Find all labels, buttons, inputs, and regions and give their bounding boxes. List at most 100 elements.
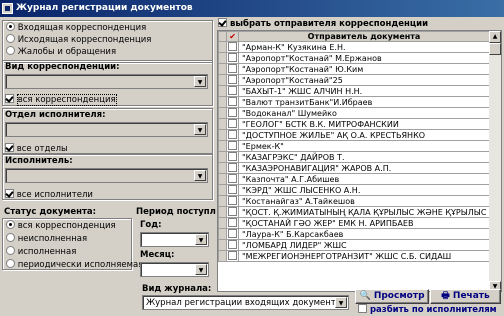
vertical-scrollbar[interactable]: ▲ ▼ [489, 31, 501, 291]
row-checkbox-cell[interactable] [226, 74, 239, 87]
row-checkbox[interactable] [228, 207, 238, 217]
row-checkbox-cell[interactable] [226, 129, 239, 142]
sender-column-header[interactable]: Отправитель документа [238, 31, 490, 43]
row-checkbox[interactable] [228, 251, 238, 261]
sender-row[interactable]: "ҚОСТ. Қ.ЖИМИАТЫНЫҢ ҚАЛА ҚҰРЫЛЫС ЖӘНЕ ҚҰ… [218, 206, 490, 219]
row-checkbox[interactable] [228, 185, 238, 195]
row-checkbox-cell[interactable] [226, 41, 239, 54]
scroll-up-icon[interactable]: ▲ [489, 31, 501, 43]
row-checkbox[interactable] [228, 64, 238, 74]
executor-select[interactable]: ▼ [5, 168, 208, 183]
kind-all-checkbox[interactable]: вся корреспонденция [5, 94, 117, 106]
radio-complaints[interactable]: Жалобы и обращения [6, 46, 116, 58]
sender-row[interactable]: "МЕЖРЕГИОНЭНЕРГОТРАНЗИТ" ЖШС С.Б. СИДАШ [218, 250, 490, 263]
row-checkbox[interactable] [228, 240, 238, 250]
chevron-down-icon[interactable]: ▼ [335, 297, 347, 308]
row-checkbox-cell[interactable] [226, 195, 239, 208]
sender-row[interactable]: "Костанайгаз" А.Тайкешов [218, 195, 490, 208]
row-indicator [218, 151, 228, 164]
row-checkbox[interactable] [228, 130, 238, 140]
row-checkbox-cell[interactable] [226, 228, 239, 241]
sender-row[interactable]: "Казпочта" А.Г.Абишев [218, 173, 490, 186]
row-checkbox-cell[interactable] [226, 217, 239, 230]
radio-incoming[interactable]: Входящая корреспонденция [6, 22, 146, 34]
status-radio-periodic[interactable]: периодически исполняемая [6, 259, 143, 271]
journal-select[interactable]: Журнал регистрации входящих документов ▼ [142, 295, 349, 310]
row-checkbox-cell[interactable] [226, 107, 239, 120]
chevron-down-icon[interactable]: ▼ [195, 234, 207, 245]
chevron-down-icon[interactable]: ▼ [194, 76, 206, 87]
sender-row[interactable]: "БАХЫТ-1" ЖШС АЛЧИН Н.Н. [218, 85, 490, 98]
row-checkbox-cell[interactable] [226, 63, 239, 76]
row-checkbox-cell[interactable] [226, 239, 239, 252]
sender-row[interactable]: "Аэропорт"Костанай"25 [218, 74, 490, 87]
month-select[interactable]: ▼ [140, 262, 209, 277]
status-radio-unexecuted[interactable]: неисполненная [6, 233, 87, 245]
row-checkbox[interactable] [228, 119, 238, 129]
status-radio-all[interactable]: вся корреспонденция [6, 220, 116, 232]
row-checkbox-cell[interactable] [226, 96, 239, 109]
sender-row[interactable]: "КЭРД" ЖШС ЛЫСЕНКО А.Н. [218, 184, 490, 197]
row-checkbox[interactable] [228, 218, 238, 228]
row-checkbox-cell[interactable] [226, 173, 239, 186]
split-checkbox[interactable]: разбить по исполнителям [358, 304, 497, 316]
sender-row[interactable]: "ҚОСТАНАЙ ГӘО ЖЕР" ЕМК Н. АРИПБАЕВ [218, 217, 490, 230]
row-checkbox[interactable] [228, 174, 238, 184]
executor-all-checkbox[interactable]: все исполнители [5, 189, 93, 201]
row-checkbox[interactable] [228, 97, 238, 107]
chevron-down-icon[interactable]: ▼ [194, 124, 206, 135]
row-checkbox-cell[interactable] [226, 140, 239, 153]
year-label: Год: [140, 220, 162, 230]
sender-row[interactable]: "Валют транзитБанк"И.Ибраев [218, 96, 490, 109]
sender-row[interactable]: "Ермек-К" [218, 140, 490, 153]
select-sender-checkbox[interactable]: выбрать отправителя корреспонденции [218, 18, 428, 30]
check-column-header[interactable]: ✔ [226, 31, 239, 43]
row-checkbox[interactable] [228, 86, 238, 96]
row-checkbox-cell[interactable] [226, 206, 239, 219]
senders-grid[interactable]: ✔ Отправитель документа "Арман-К" Кузяки… [217, 30, 502, 292]
dept-select[interactable]: ▼ [5, 122, 208, 137]
chevron-down-icon[interactable]: ▼ [194, 170, 206, 181]
chevron-down-icon[interactable]: ▼ [195, 264, 207, 275]
preview-button[interactable]: 🔍 Просмотр [355, 289, 429, 304]
row-checkbox[interactable] [228, 163, 238, 173]
row-checkbox-cell[interactable] [226, 85, 239, 98]
sender-row[interactable]: "Водоканал" Шумейко [218, 107, 490, 120]
grid-header-row: ✔ Отправитель документа [218, 31, 490, 43]
sender-row[interactable]: "Аэропорт"Костанай" М.Ержанов [218, 52, 490, 65]
row-checkbox-cell[interactable] [226, 52, 239, 65]
sender-row[interactable]: "ЛОМБАРД ЛИДЕР" ЖШС [218, 239, 490, 252]
sender-row[interactable]: "ГЕОЛОГ" БСТК В.К. МИТРОФАНСКИИ [218, 118, 490, 131]
row-checkbox[interactable] [228, 229, 238, 239]
row-checkbox[interactable] [228, 196, 238, 206]
checkbox-label: разбить по исполнителям [369, 305, 497, 315]
journal-select-value: Журнал регистрации входящих документов [146, 298, 346, 308]
row-checkbox[interactable] [228, 75, 238, 85]
sender-row[interactable]: "КАЗАЭРОНАВИГАЦИЯ" ЖАРОВ А.П. [218, 162, 490, 175]
radio-icon [6, 46, 15, 55]
row-checkbox-cell[interactable] [226, 151, 239, 164]
kind-select[interactable]: ▼ [5, 74, 208, 89]
checkbox-label: все отделы [16, 144, 68, 154]
row-checkbox[interactable] [228, 53, 238, 63]
sender-row[interactable]: "Лаура-К" Б.Карсакбаев [218, 228, 490, 241]
checkbox-label: все исполнители [16, 190, 93, 200]
sender-row[interactable]: "КАЗАГРЭКС" ДАЙРОВ Т. [218, 151, 490, 164]
year-select[interactable]: ▼ [140, 232, 209, 247]
sender-row[interactable]: "Арман-К" Кузякина Е.Н. [218, 41, 490, 54]
print-button[interactable]: 🖶 Печать [430, 289, 501, 304]
row-checkbox[interactable] [228, 108, 238, 118]
row-checkbox-cell[interactable] [226, 250, 239, 263]
row-checkbox-cell[interactable] [226, 162, 239, 175]
sender-row[interactable]: "Аэропорт"Костанай" Ю.Ким [218, 63, 490, 76]
row-checkbox[interactable] [228, 152, 238, 162]
row-checkbox[interactable] [228, 141, 238, 151]
radio-outgoing[interactable]: Исходящая корреспонденция [6, 34, 151, 46]
status-radio-executed[interactable]: исполненная [6, 246, 76, 258]
row-checkbox-cell[interactable] [226, 118, 239, 131]
row-checkbox-cell[interactable] [226, 184, 239, 197]
sender-row[interactable]: "ДОСТУПНОЕ ЖИЛЬЕ" АҚ О.А. КРЕСТЬЯНКО [218, 129, 490, 142]
scroll-thumb[interactable] [489, 43, 501, 55]
row-checkbox[interactable] [228, 42, 238, 52]
radio-label: Жалобы и обращения [17, 47, 117, 57]
